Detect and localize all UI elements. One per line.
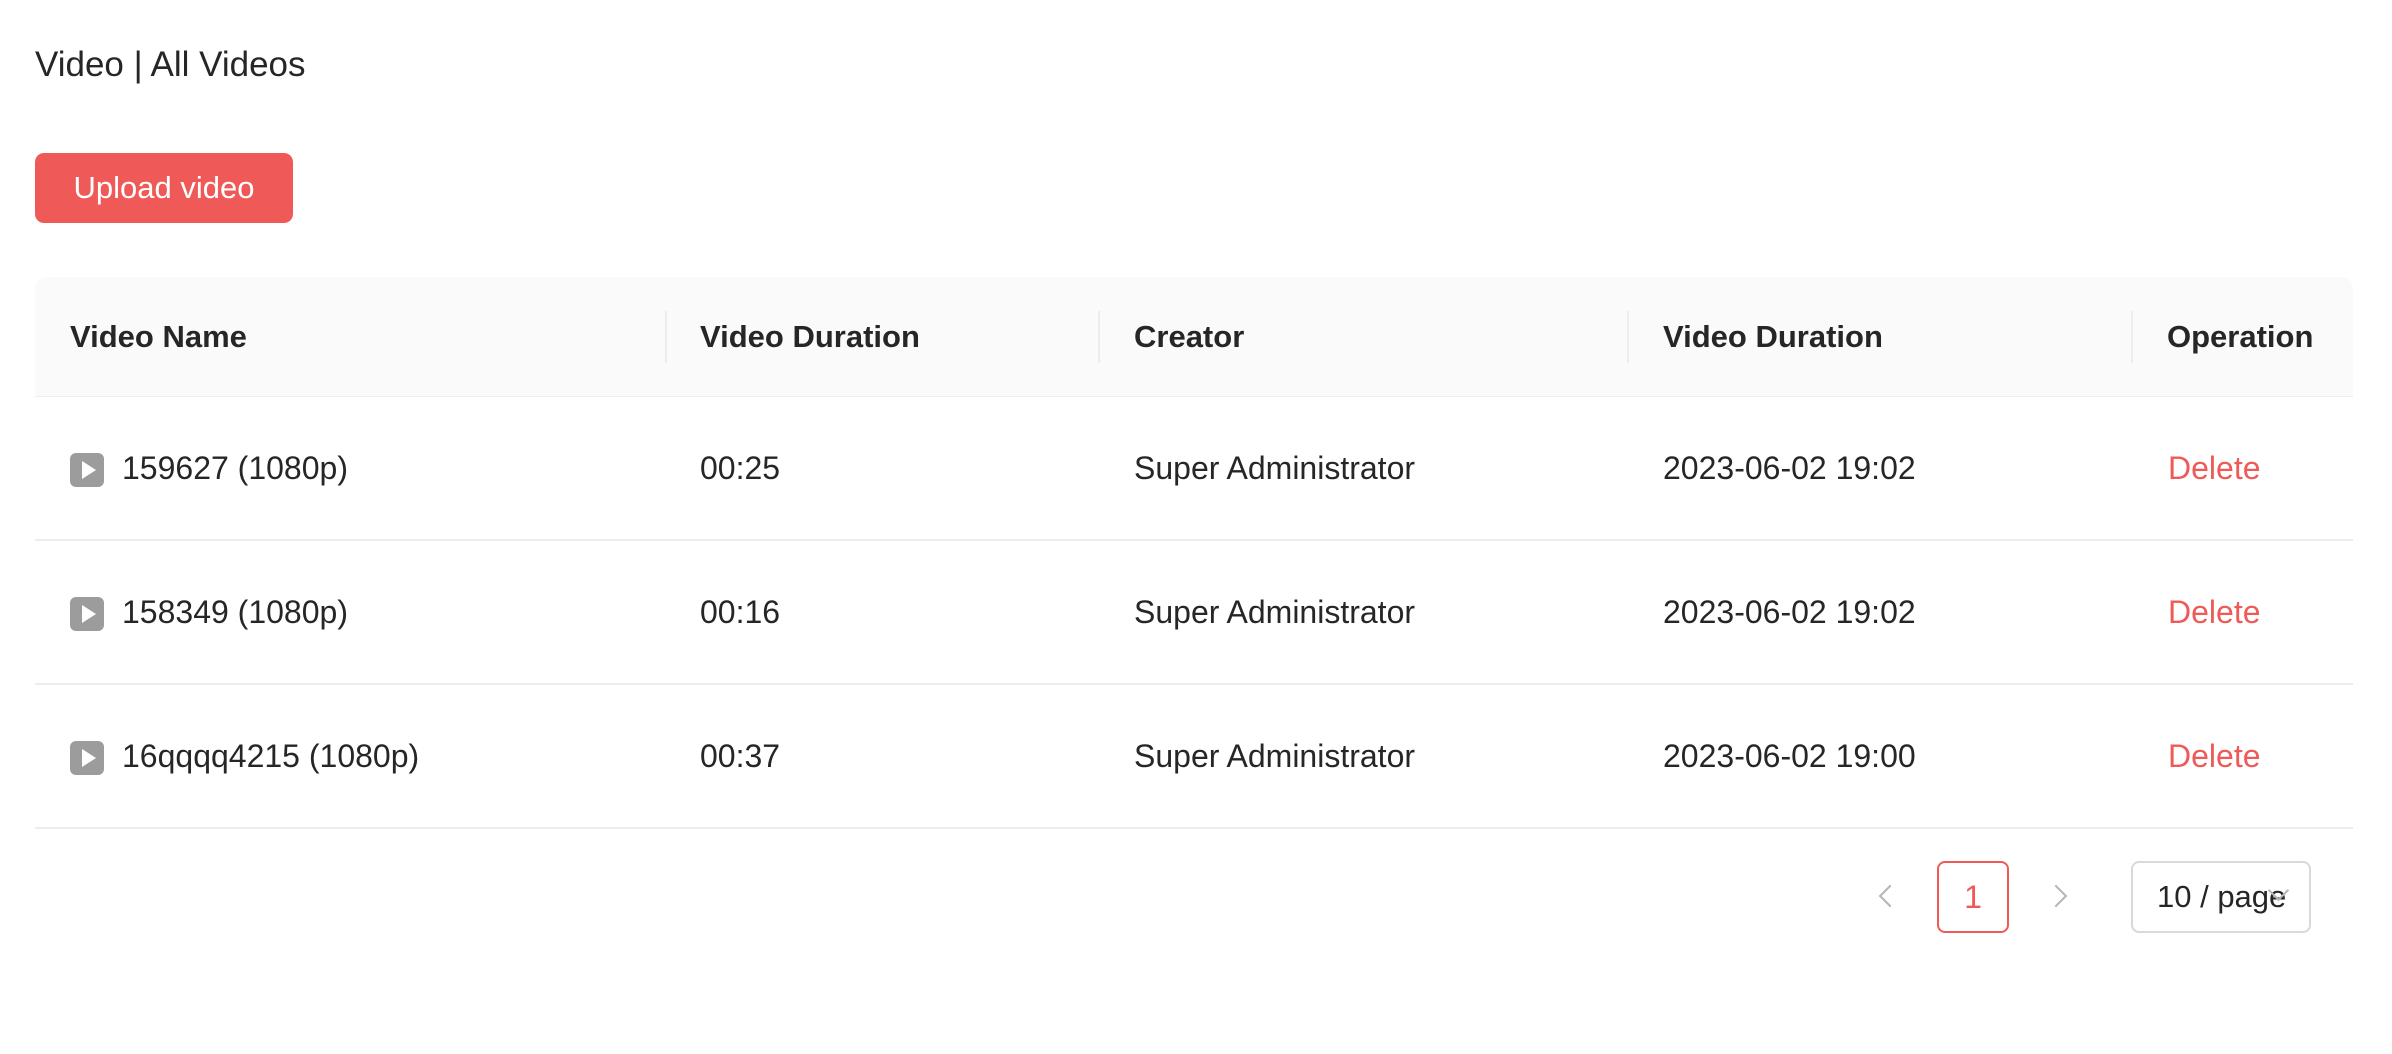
pagination: 1 10 / page	[0, 861, 2392, 933]
page-size-select[interactable]: 10 / page	[2131, 861, 2311, 933]
creator: Super Administrator	[1134, 450, 1416, 486]
play-icon[interactable]	[70, 597, 104, 631]
page-title: Video | All Videos	[35, 45, 306, 84]
column-header-date: Video Duration	[1663, 319, 1883, 354]
column-divider	[2131, 311, 2133, 363]
created-date: 2023-06-02 19:02	[1663, 450, 1916, 486]
table-header: Video Name Video Duration Creator Video …	[35, 277, 2353, 397]
chevron-left-icon	[1878, 884, 1902, 908]
video-name: 159627 (1080p)	[122, 450, 348, 486]
video-name: 158349 (1080p)	[122, 594, 348, 630]
video-duration: 00:16	[700, 594, 781, 630]
play-icon[interactable]	[70, 741, 104, 775]
creator: Super Administrator	[1134, 594, 1416, 630]
column-header-video-duration: Video Duration	[700, 319, 920, 354]
column-header-creator: Creator	[1134, 319, 1245, 354]
page-size-value: 10 / page	[2157, 879, 2287, 914]
creator: Super Administrator	[1134, 738, 1416, 774]
column-divider	[1627, 311, 1629, 363]
play-icon[interactable]	[70, 453, 104, 487]
table-row: 158349 (1080p) 00:16 Super Administrator…	[35, 541, 2353, 685]
created-date: 2023-06-02 19:00	[1663, 738, 1916, 774]
upload-video-button[interactable]: Upload video	[35, 153, 293, 223]
videos-table: Video Name Video Duration Creator Video …	[35, 277, 2353, 829]
video-duration: 00:37	[700, 738, 781, 774]
delete-link[interactable]: Delete	[2168, 541, 2261, 683]
column-divider	[665, 311, 667, 363]
column-header-operation: Operation	[2167, 319, 2314, 354]
chevron-right-icon	[2044, 884, 2068, 908]
page-number-current[interactable]: 1	[1937, 861, 2009, 933]
delete-link[interactable]: Delete	[2168, 685, 2261, 827]
video-name: 16qqqq4215 (1080p)	[122, 738, 420, 774]
created-date: 2023-06-02 19:02	[1663, 594, 1916, 630]
column-header-video-name: Video Name	[70, 319, 247, 354]
delete-link[interactable]: Delete	[2168, 397, 2261, 539]
video-duration: 00:25	[700, 450, 781, 486]
previous-page-button[interactable]	[1866, 861, 1906, 931]
next-page-button[interactable]	[2040, 861, 2080, 931]
page: Video | All Videos Upload video Video Na…	[0, 0, 2392, 1054]
table-row: 16qqqq4215 (1080p) 00:37 Super Administr…	[35, 685, 2353, 829]
table-row: 159627 (1080p) 00:25 Super Administrator…	[35, 397, 2353, 541]
column-divider	[1098, 311, 1100, 363]
